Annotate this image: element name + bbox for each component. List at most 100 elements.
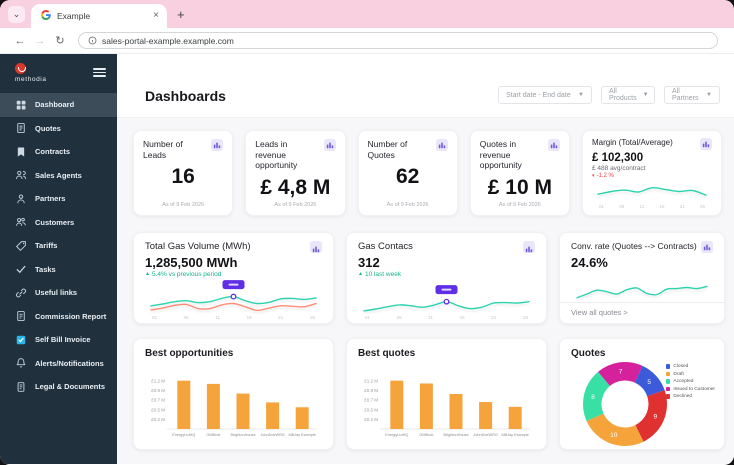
legend-label: Declined xyxy=(673,394,693,399)
forward-button[interactable]: → xyxy=(30,35,50,47)
kpi-value: 62 xyxy=(395,165,420,189)
tick-label: 21 xyxy=(491,315,497,320)
margin-average: £ 488 avg/contract xyxy=(592,165,646,172)
conversion-rate-card: Conv. rate (Quotes --> Contracts) 24.6% … xyxy=(559,232,725,324)
kpi-value: £ 10 M xyxy=(487,175,552,199)
back-button[interactable]: ← xyxy=(10,35,30,47)
url-text: sales-portal-example.example.com xyxy=(102,35,234,46)
sidebar-item-partners[interactable]: Partners xyxy=(0,187,117,211)
svg-text:EnergyLtdHQ: EnergyLtdHQ xyxy=(172,433,195,437)
contracts-icon xyxy=(15,146,27,158)
products-filter[interactable]: All Products ▼ xyxy=(601,86,655,104)
sidebar-item-label: Tariffs xyxy=(35,241,58,251)
kpi-card-2: Number of Quotes 62 As of 9 Feb 2026 xyxy=(357,130,458,216)
sidebar-item-label: Legal & Documents xyxy=(35,382,106,392)
best-quotes-title: Best quotes xyxy=(358,348,416,359)
sidebar-item-tariffs[interactable]: Tariffs xyxy=(0,234,117,258)
mini-chart-icon xyxy=(310,241,322,253)
address-bar[interactable]: sales-portal-example.example.com xyxy=(78,32,718,49)
sidebar-item-tasks[interactable]: Tasks xyxy=(0,258,117,282)
svg-text:£0.2 M: £0.2 M xyxy=(151,417,165,422)
legend-label: Draft xyxy=(673,371,684,377)
tasks-icon xyxy=(15,263,27,275)
browser-tab[interactable]: Example × xyxy=(31,4,167,28)
sidebar-item-self-bill-invoice[interactable]: Self Bill Invoice xyxy=(0,328,117,352)
svg-text:9: 9 xyxy=(653,414,657,421)
kpi-card-3: Quotes in revenue opportunity £ 10 M As of… xyxy=(469,130,570,216)
gas-volume-delta: ▲ 5.4% vs previous period xyxy=(145,271,222,278)
sidebar-item-sales-agents[interactable]: Sales Agents xyxy=(0,164,117,188)
main-area: Dashboards Start date - End date ▼ All Pr… xyxy=(117,54,734,464)
tick-label: 26 xyxy=(309,315,315,320)
sidebar-item-useful-links[interactable]: Useful links xyxy=(0,281,117,305)
sidebar-item-legal-documents[interactable]: Legal & Documents xyxy=(0,375,117,399)
svg-text:£0.2 M: £0.2 M xyxy=(364,417,378,422)
kpi-value: £ 4,8 M xyxy=(260,175,331,199)
sidebar-item-alerts-notifications[interactable]: Alerts/Notifications xyxy=(0,352,117,376)
date-range-filter[interactable]: Start date - End date ▼ xyxy=(498,86,592,104)
view-all-quotes-link[interactable]: View all quotes > xyxy=(560,302,724,323)
svg-text:£0.5 M: £0.5 M xyxy=(151,407,165,412)
kpi-cards: Number of Leads 16 As of 9 Feb 2026 Leads i… xyxy=(133,130,570,216)
metrics-row: Total Gas Volume (MWh) 1,285,500 MWh ▲ 5.… xyxy=(133,232,725,324)
tab-search-button[interactable]: ⌄ xyxy=(8,6,25,23)
customers-icon xyxy=(15,216,27,228)
tick-label: 26 xyxy=(699,204,705,209)
gas-contacts-value: 312 xyxy=(358,255,380,270)
legend-swatch-icon xyxy=(665,379,671,384)
best-quotes-chart: £1.2 M £0.9 M £0.7 M £0.5 M £0.2 M EnergyLtdH… xyxy=(364,378,530,437)
hamburger-menu-icon[interactable] xyxy=(93,66,106,79)
dashboard-icon xyxy=(15,99,27,111)
down-arrow-icon: ▾ xyxy=(592,172,595,179)
tick-label: 26 xyxy=(522,315,528,320)
partners-filter[interactable]: All Partners ▼ xyxy=(664,86,720,104)
tick-label: 16 xyxy=(459,315,465,320)
legend-swatch-icon xyxy=(665,371,671,377)
mini-chart-icon xyxy=(548,139,560,151)
kpi-title: Number of Leads xyxy=(143,139,183,160)
logo-icon xyxy=(15,63,26,74)
tab-close-icon[interactable]: × xyxy=(153,11,159,21)
quotes-icon xyxy=(15,122,27,134)
tick-label: 11 xyxy=(215,315,220,320)
svg-text:£0.7 M: £0.7 M xyxy=(151,398,165,403)
sidebar-item-label: Useful links xyxy=(35,288,78,298)
tariffs-icon xyxy=(15,240,27,252)
sidebar-item-quotes[interactable]: Quotes xyxy=(0,117,117,141)
sidebar-item-label: Sales Agents xyxy=(35,170,82,180)
conversion-rate-value: 24.6% xyxy=(571,255,608,270)
sidebar-item-label: Self Bill Invoice xyxy=(35,335,91,345)
sidebar-item-contracts[interactable]: Contracts xyxy=(0,140,117,164)
sidebar-item-customers[interactable]: Customers xyxy=(0,211,117,235)
kpi-footnote: As of 9 Feb 2026 xyxy=(386,202,429,208)
sidebar-item-commission-report[interactable]: Commission Report xyxy=(0,305,117,329)
margin-card-title: Margin (Total/Average) xyxy=(592,138,673,147)
new-tab-button[interactable]: + xyxy=(177,8,185,21)
useful-links-icon xyxy=(15,287,27,299)
svg-text:£0.5 M: £0.5 M xyxy=(364,407,378,412)
legend-swatch-icon xyxy=(665,386,671,392)
x-axis-ticks: 01 06 11 16 21 26 xyxy=(358,315,535,320)
margin-card: Margin (Total/Average) £ 102,300 £ 488 a… xyxy=(582,130,722,216)
svg-text:8: 8 xyxy=(591,394,595,401)
tick-label: 16 xyxy=(659,204,665,209)
svg-text:£0.9 M: £0.9 M xyxy=(151,388,165,393)
quotes-donut-title: Quotes xyxy=(571,348,606,359)
svg-text:£1.2 M: £1.2 M xyxy=(364,378,378,383)
legend-item: Accepted xyxy=(665,379,715,384)
donut-legend: Closed Draft Accepted Issued to Customer Dec… xyxy=(665,364,715,399)
reload-button[interactable]: ↻ xyxy=(50,34,70,47)
kpi-footnote: As of 9 Feb 2026 xyxy=(162,202,205,208)
conversion-rate-title: Conv. rate (Quotes --> Contracts) xyxy=(571,241,697,251)
sidebar-item-dashboard[interactable]: Dashboard xyxy=(0,93,117,117)
svg-text:GMBrok: GMBrok xyxy=(419,433,433,437)
methodia-logo: methodia xyxy=(15,63,47,83)
svg-text:£0.9 M: £0.9 M xyxy=(364,388,378,393)
svg-text:7: 7 xyxy=(619,369,623,376)
sidebar-item-label: Commission Report xyxy=(35,311,107,321)
sidebar: methodia Dashboard Quotes Contracts Sales A… xyxy=(0,54,117,464)
gas-volume-value: 1,285,500 MWh xyxy=(145,255,238,270)
charts-row: Best opportunities £1.2 M £0.9 M £0.7 M £0.… xyxy=(133,338,725,450)
legend-label: Issued to Customer xyxy=(673,386,715,392)
margin-sparkline-chart xyxy=(597,187,707,199)
